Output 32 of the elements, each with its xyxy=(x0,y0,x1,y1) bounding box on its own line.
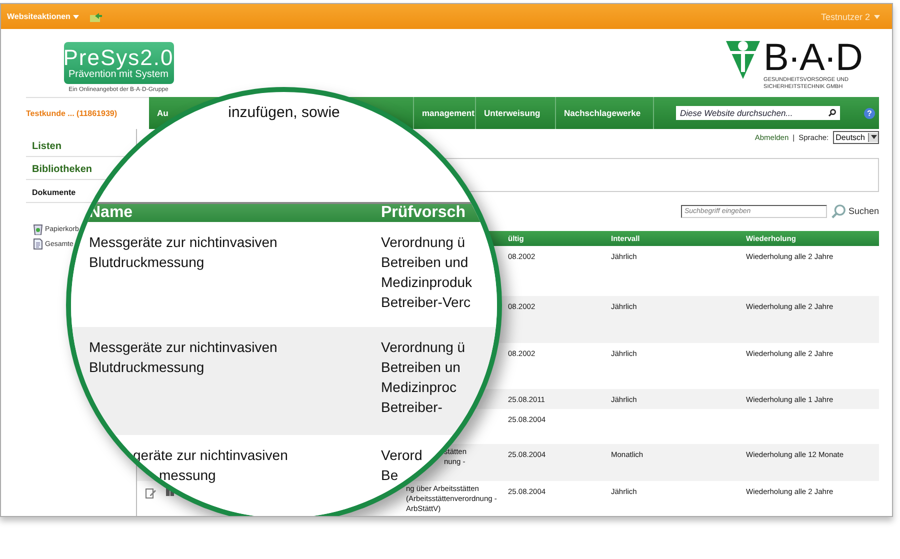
column-header: Prüfvorsch xyxy=(381,204,466,222)
table-cell-text: Messgeräte zur nichtinvasiven Blutdruckmessung xyxy=(89,338,278,377)
recycle-bin-icon xyxy=(33,223,43,235)
caret-icon xyxy=(870,135,876,139)
nav-item[interactable]: Unterweisung xyxy=(484,108,540,118)
nav-item[interactable]: Nachschlagewerke xyxy=(564,108,641,118)
search-icon xyxy=(828,109,836,117)
caret-icon xyxy=(73,14,80,18)
nav-item[interactable]: Au xyxy=(157,108,168,118)
sidebar-item[interactable]: Listen xyxy=(32,141,62,152)
person-triangle-icon xyxy=(726,39,760,79)
search-button[interactable]: Suchen xyxy=(831,204,879,218)
teaser-text: inzufügen, sowie xyxy=(228,104,340,122)
table-cell-text: Verord Be xyxy=(381,446,422,485)
nav-item[interactable]: management xyxy=(422,108,474,118)
caret-icon xyxy=(874,14,880,18)
brand-name: B·A·D xyxy=(764,39,862,77)
customer-link[interactable]: Testkunde ... (11861939) xyxy=(26,109,118,118)
document-icon xyxy=(33,238,43,250)
table-cell-text: Verordnung ü Betreiben un Medizinproc Betreiber- xyxy=(381,338,466,417)
edit-icon[interactable] xyxy=(145,487,157,499)
logo-subtitle: Prävention mit System xyxy=(68,68,169,80)
sidebar-item[interactable]: Bibliotheken xyxy=(32,164,92,175)
search-icon xyxy=(831,204,846,218)
table-cell-text: Messgeräte zur nichtinvasiven Blutdruckmessung xyxy=(89,233,278,272)
site-actions-menu[interactable]: Websiteaktionen xyxy=(7,12,102,22)
logo-title: PreSys2.0 xyxy=(63,46,174,68)
site-search-field[interactable]: Diese Website durchsuchen... xyxy=(676,106,840,120)
table-cell-text: Verordnung ü Betreiben und Medizinproduk Betreiber-Verc xyxy=(381,233,472,312)
help-icon[interactable]: ? xyxy=(864,108,875,118)
language-select[interactable]: Deutsch xyxy=(832,130,879,144)
sidebar-item[interactable]: Dokumente xyxy=(32,188,76,197)
